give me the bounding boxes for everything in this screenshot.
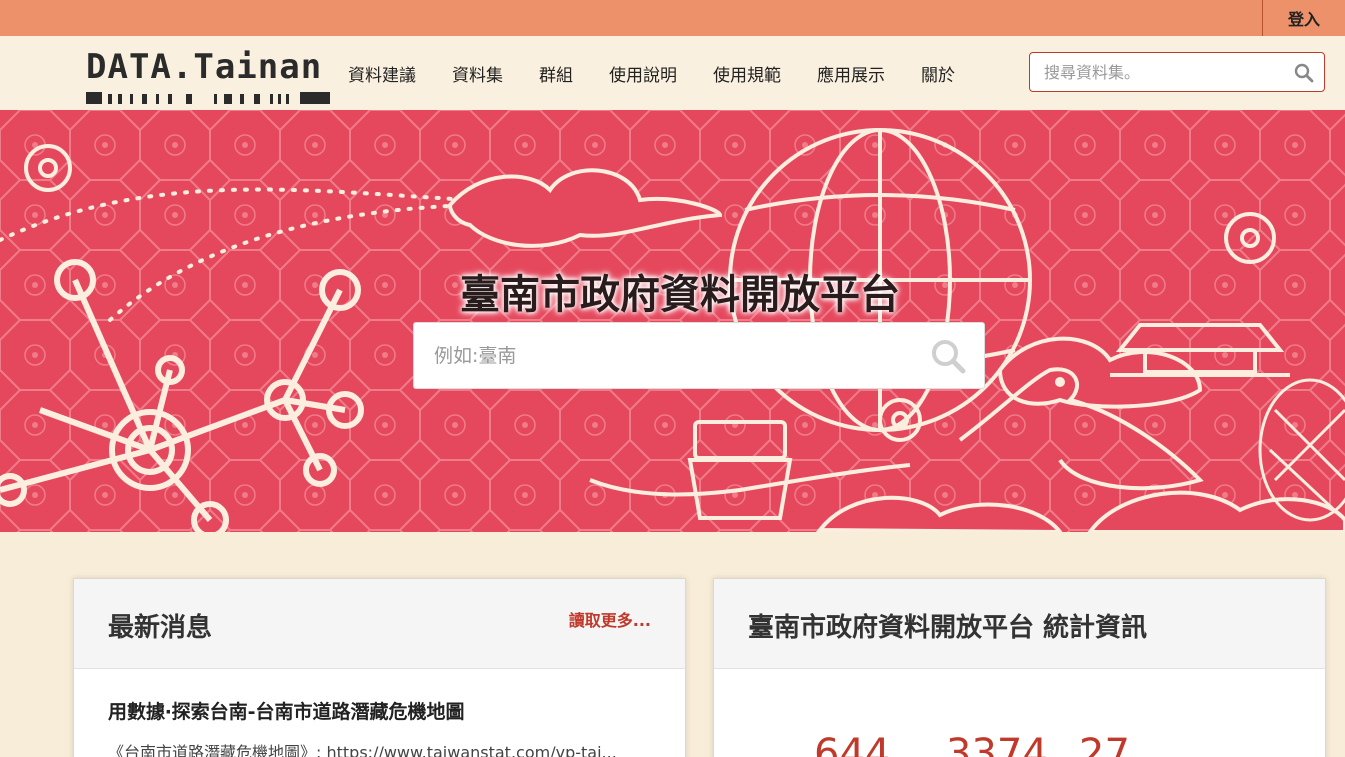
- logo-barcode: [86, 92, 330, 104]
- hero-banner: 臺南市政府資料開放平台: [0, 110, 1345, 532]
- navbar-search-input[interactable]: [1044, 53, 1284, 91]
- site-logo[interactable]: DATA.Tainan: [86, 50, 332, 106]
- search-icon[interactable]: [1294, 63, 1314, 83]
- nav-item-showcase[interactable]: 應用展示: [817, 61, 885, 86]
- hero-search-input[interactable]: [434, 323, 914, 388]
- logo-text: DATA.Tainan: [86, 47, 323, 87]
- top-bar: 登入: [0, 0, 1345, 36]
- stat-datasets-count: 644: [814, 731, 891, 757]
- stat-resources-count: 3374: [946, 731, 1048, 757]
- nav-item-groups[interactable]: 群組: [539, 61, 573, 86]
- stats-panel: 臺南市政府資料開放平台 統計資訊 644 3374 27: [713, 578, 1326, 757]
- stats-panel-header: 臺南市政府資料開放平台 統計資訊: [714, 579, 1325, 669]
- login-button[interactable]: 登入: [1262, 0, 1345, 36]
- news-heading: 最新消息: [108, 613, 213, 643]
- nav-menu: 資料建議 資料集 群組 使用說明 使用規範 應用展示 關於: [348, 36, 991, 110]
- nav-item-datasets[interactable]: 資料集: [452, 61, 503, 86]
- nav-item-suggest[interactable]: 資料建議: [348, 61, 416, 86]
- search-icon[interactable]: [930, 338, 966, 374]
- nav-item-guide[interactable]: 使用說明: [609, 61, 677, 86]
- hero-title: 臺南市政府資料開放平台: [460, 271, 900, 318]
- hero-search: [413, 322, 985, 389]
- news-item-title[interactable]: 用數據‧探索台南-台南市道路潛藏危機地圖: [108, 697, 465, 724]
- news-panel-header: 最新消息 讀取更多...: [74, 579, 685, 669]
- stat-groups-count: 27: [1079, 731, 1130, 757]
- nav-item-terms[interactable]: 使用規範: [713, 61, 781, 86]
- nav-item-about[interactable]: 關於: [921, 61, 955, 86]
- main-navbar: DATA.Tainan 資料建議 資料集 群組 使用說明 使用規範 應用展示 關…: [0, 36, 1345, 110]
- stats-heading: 臺南市政府資料開放平台 統計資訊: [748, 613, 1148, 643]
- read-more-link[interactable]: 讀取更多...: [569, 607, 651, 631]
- hero-illustration: [0, 110, 1345, 532]
- news-item-snippet: 《台南市道路潛藏危機地圖》: https://www.taiwanstat.co…: [108, 743, 617, 757]
- navbar-search: [1029, 52, 1325, 92]
- news-panel: 最新消息 讀取更多... 用數據‧探索台南-台南市道路潛藏危機地圖 《台南市道路…: [73, 578, 686, 757]
